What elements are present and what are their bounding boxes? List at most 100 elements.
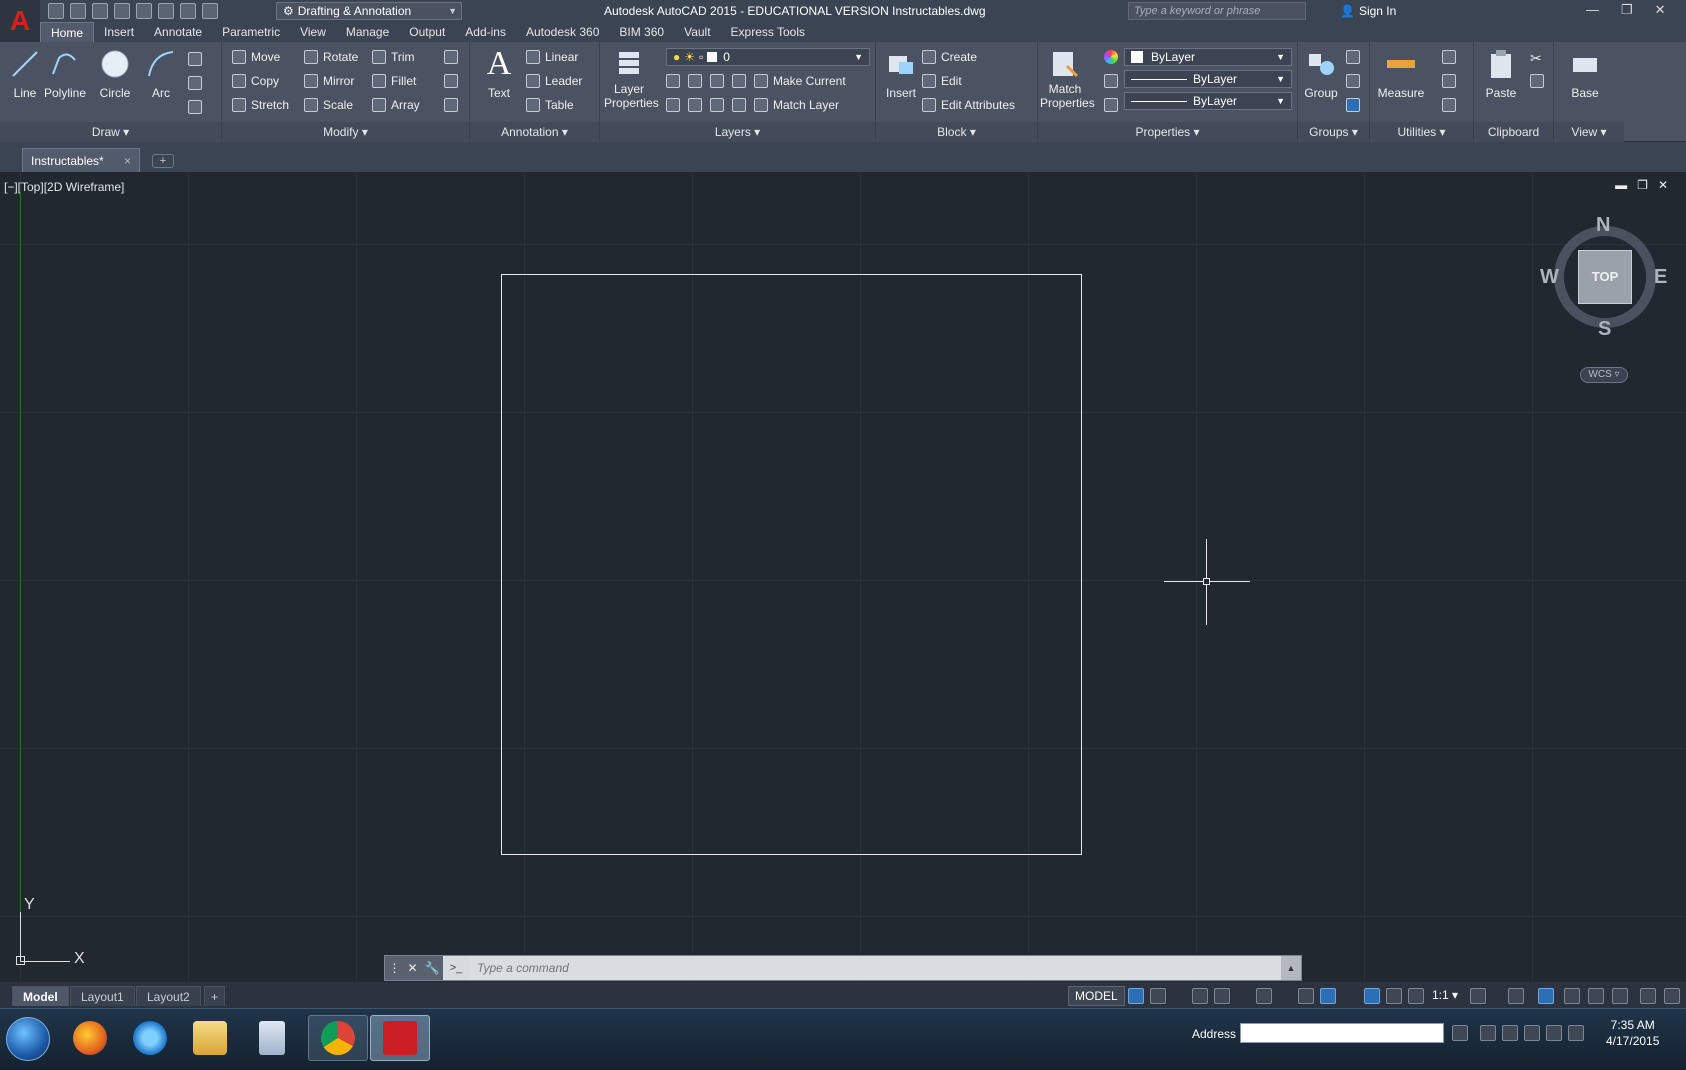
drawn-rectangle[interactable]	[501, 274, 1082, 855]
new-tab-button[interactable]: +	[152, 154, 174, 168]
add-layout-icon[interactable]: +	[204, 986, 226, 1006]
annotation-panel-title[interactable]: Annotation ▾	[470, 122, 599, 142]
layer-thaw-tool[interactable]	[710, 98, 724, 112]
tray-app-icon[interactable]	[1480, 1025, 1496, 1041]
command-input[interactable]	[469, 956, 1281, 980]
address-input[interactable]	[1240, 1023, 1444, 1043]
layer-freeze-tool[interactable]	[710, 74, 724, 88]
annotation-visibility-icon[interactable]	[1364, 988, 1380, 1004]
compass-south[interactable]: S	[1598, 318, 1611, 341]
grip-icon[interactable]: ⋮	[388, 961, 400, 975]
plot-icon[interactable]	[202, 3, 218, 19]
copy-tool[interactable]: Copy	[232, 74, 279, 88]
isodraft-icon[interactable]	[1256, 988, 1272, 1004]
tab-annotate[interactable]: Annotate	[144, 22, 212, 42]
layout-tab-layout1[interactable]: Layout1	[70, 986, 135, 1006]
array-tool[interactable]: Array	[372, 98, 420, 112]
layer-lock-tool[interactable]	[732, 74, 746, 88]
internet-explorer-taskbar-button[interactable]	[122, 1015, 178, 1061]
utilities-panel-title[interactable]: Utilities ▾	[1370, 122, 1473, 142]
create-block-tool[interactable]: Create	[922, 50, 977, 64]
edit-attributes-tool[interactable]: Edit Attributes	[922, 98, 1015, 112]
paste-tool[interactable]: Paste	[1476, 48, 1526, 100]
compass-north[interactable]: N	[1596, 214, 1610, 237]
document-tab[interactable]: Instructables* ×	[22, 148, 140, 172]
clock[interactable]: 7:35 AM 4/17/2015	[1606, 1017, 1659, 1049]
firefox-taskbar-button[interactable]	[62, 1015, 118, 1061]
save-as-icon[interactable]	[114, 3, 130, 19]
group-tool[interactable]: Group	[1296, 48, 1346, 100]
tab-autodesk-360[interactable]: Autodesk 360	[516, 22, 609, 42]
tab-view[interactable]: View	[290, 22, 336, 42]
offset-tool[interactable]	[444, 98, 458, 112]
tray-shield-icon[interactable]	[1502, 1025, 1518, 1041]
scale-tool[interactable]: Scale	[304, 98, 353, 112]
id-point-tool[interactable]	[1442, 74, 1456, 88]
tab-parametric[interactable]: Parametric	[212, 22, 290, 42]
match-layer-tool[interactable]: Match Layer	[754, 98, 839, 112]
tab-vault[interactable]: Vault	[674, 22, 720, 42]
match-properties-tool[interactable]: Match Properties	[1040, 48, 1095, 110]
layer-properties-tool[interactable]: Layer Properties	[604, 48, 659, 110]
model-space-toggle[interactable]: MODEL	[1068, 986, 1125, 1006]
leader-tool[interactable]: Leader	[526, 74, 582, 88]
volume-icon[interactable]	[1568, 1025, 1584, 1041]
block-panel-title[interactable]: Block ▾	[876, 122, 1037, 142]
wcs-menu-button[interactable]: WCS ▿	[1580, 367, 1628, 383]
restore-icon[interactable]: ❐	[1637, 178, 1648, 192]
rotate-tool[interactable]: Rotate	[304, 50, 358, 64]
clean-screen-icon[interactable]	[1588, 988, 1604, 1004]
modify-panel-title[interactable]: Modify ▾	[222, 122, 469, 142]
drawing-canvas[interactable]: [−][Top][2D Wireframe] ▬ ❐ ✕ TOP N S E W…	[0, 172, 1686, 982]
quick-select-tool[interactable]	[1442, 50, 1456, 64]
search-input[interactable]: Type a keyword or phrase	[1128, 2, 1306, 20]
tab-express-tools[interactable]: Express Tools	[721, 22, 815, 42]
undo-icon[interactable]	[158, 3, 174, 19]
go-icon[interactable]	[1452, 1025, 1468, 1041]
properties-panel-title[interactable]: Properties ▾	[1038, 122, 1297, 142]
object-snap-icon[interactable]	[1320, 988, 1336, 1004]
restore-icon[interactable]: ❐	[1621, 2, 1633, 18]
layer-unlock-tool[interactable]	[732, 98, 746, 112]
sign-in-button[interactable]: 👤 Sign In	[1340, 4, 1396, 18]
view-panel-title[interactable]: View ▾	[1554, 122, 1624, 142]
minimize-icon[interactable]: —	[1586, 2, 1599, 18]
object-snap-tracking-icon[interactable]	[1298, 988, 1314, 1004]
layer-isolate-tool[interactable]	[688, 74, 702, 88]
grid-icon[interactable]	[1128, 988, 1144, 1004]
menu-icon[interactable]	[1664, 988, 1680, 1004]
plus-icon[interactable]	[1508, 988, 1524, 1004]
tab-add-ins[interactable]: Add-ins	[455, 22, 516, 42]
make-current-tool[interactable]: Make Current	[754, 74, 846, 88]
linetype-dropdown[interactable]: ByLayer ▼	[1124, 92, 1292, 110]
compass-west[interactable]: W	[1540, 266, 1559, 289]
gradient-tool[interactable]	[188, 100, 202, 114]
tab-bim-360[interactable]: BIM 360	[609, 22, 674, 42]
copy-clip-tool[interactable]	[1530, 74, 1544, 88]
calculator-tool[interactable]	[1442, 98, 1456, 112]
close-icon[interactable]: ✕	[1658, 178, 1668, 192]
viewcube[interactable]: TOP N S E W	[1540, 214, 1668, 341]
hatch-tool[interactable]	[188, 76, 202, 90]
tab-output[interactable]: Output	[399, 22, 455, 42]
ortho-icon[interactable]	[1192, 988, 1208, 1004]
cut-tool[interactable]: ✂	[1530, 50, 1542, 67]
base-view-tool[interactable]: Base	[1560, 48, 1610, 100]
fullscreen-icon[interactable]	[1640, 988, 1656, 1004]
text-tool[interactable]: A Text	[474, 47, 524, 101]
viewcube-top-face[interactable]: TOP	[1578, 250, 1632, 304]
stretch-tool[interactable]: Stretch	[232, 98, 289, 112]
layer-dropdown[interactable]: ● ☀ ▫ 0 ▼	[666, 48, 870, 66]
table-tool[interactable]: Table	[526, 98, 574, 112]
ui-lock-icon[interactable]	[1612, 988, 1628, 1004]
measure-tool[interactable]: Measure	[1376, 48, 1426, 100]
calculator-taskbar-button[interactable]	[244, 1015, 300, 1061]
circle-tool[interactable]: Circle	[90, 48, 140, 100]
groups-panel-title[interactable]: Groups ▾	[1298, 122, 1369, 142]
ungroup-tool[interactable]	[1346, 50, 1360, 64]
clipboard-panel-title[interactable]: Clipboard	[1474, 122, 1553, 142]
autocad-taskbar-button[interactable]	[370, 1015, 430, 1061]
annotation-scale-value[interactable]: 1:1 ▾	[1432, 988, 1458, 1002]
hardware-acceleration-icon[interactable]	[1538, 988, 1554, 1004]
layout-tab-layout2[interactable]: Layout2	[136, 986, 201, 1006]
